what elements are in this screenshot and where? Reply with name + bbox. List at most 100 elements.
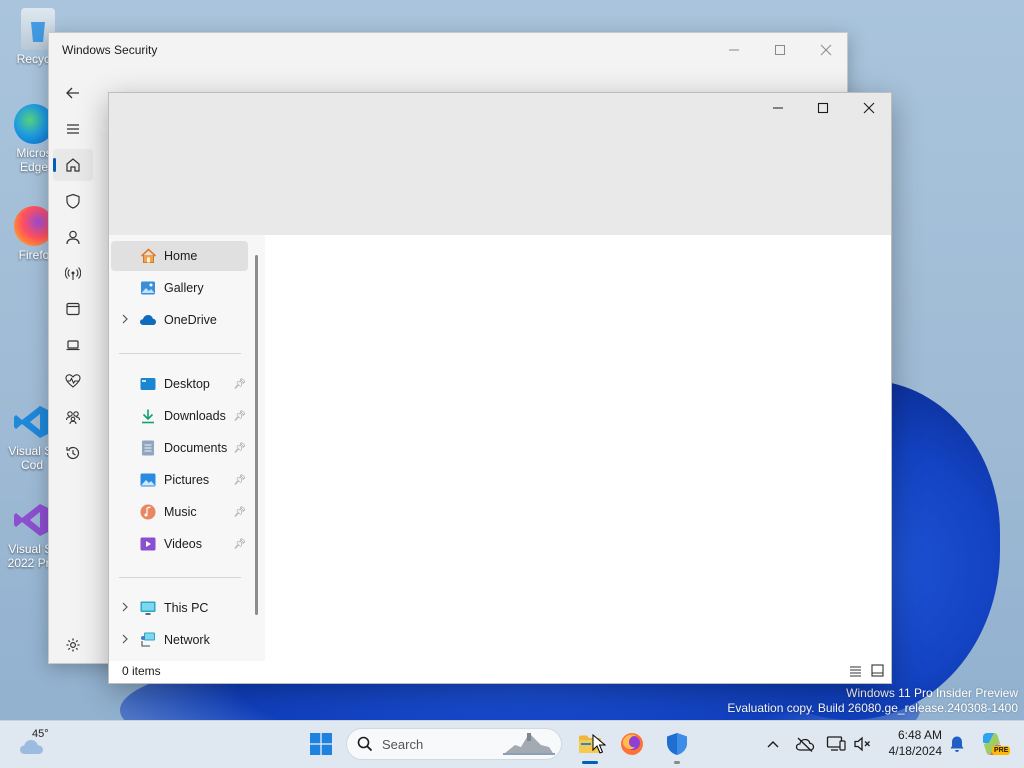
nav-item-gallery[interactable]: Gallery — [111, 273, 248, 303]
weather-widget[interactable]: 45° — [16, 728, 56, 760]
nav-label-downloads: Downloads — [164, 409, 226, 423]
home-icon[interactable] — [53, 149, 93, 181]
nav-divider — [119, 353, 241, 354]
chevron-right-icon[interactable] — [111, 314, 139, 327]
maximize-button[interactable] — [765, 35, 795, 65]
nav-label-home: Home — [164, 249, 198, 263]
pin-icon[interactable]: 📌︎ — [233, 539, 246, 550]
health-icon[interactable] — [53, 365, 93, 397]
display-network-icon — [826, 736, 846, 751]
nav-label-network: Network — [164, 633, 210, 647]
hamburger-menu-icon[interactable] — [53, 113, 93, 145]
firefox-taskbar-button[interactable] — [616, 728, 648, 760]
nav-label-gallery: Gallery — [164, 281, 204, 295]
history-icon[interactable] — [53, 437, 93, 469]
music-icon — [139, 504, 157, 520]
nav-item-music[interactable]: Music 📌︎ — [111, 497, 248, 527]
settings-icon[interactable] — [53, 629, 93, 661]
downloads-icon — [139, 408, 157, 424]
pin-icon[interactable]: 📌︎ — [233, 507, 246, 518]
evaluation-watermark: Windows 11 Pro Insider Preview Evaluatio… — [727, 686, 1018, 715]
pin-icon[interactable]: 📌︎ — [233, 379, 246, 390]
nav-scrollbar[interactable] — [255, 255, 258, 615]
nav-label-this-pc: This PC — [164, 601, 209, 615]
onedrive-tray-icon[interactable] — [789, 728, 821, 760]
tiles-view-icon[interactable] — [871, 664, 884, 680]
nav-label-desktop: Desktop — [164, 377, 210, 391]
vscode-icon — [12, 402, 52, 442]
nav-divider — [119, 577, 241, 578]
details-view-icon[interactable] — [849, 665, 862, 680]
taskbar-search-box[interactable]: Search — [346, 728, 562, 760]
start-button[interactable] — [305, 728, 337, 760]
show-hidden-icons-button[interactable] — [757, 728, 789, 760]
pin-icon[interactable]: 📌︎ — [233, 475, 246, 486]
chevron-right-icon[interactable] — [111, 602, 139, 615]
nav-label-music: Music — [164, 505, 197, 519]
account-icon[interactable] — [53, 221, 93, 253]
app-browser-icon[interactable] — [53, 293, 93, 325]
weather-temperature: 45° — [32, 728, 49, 740]
nav-label-documents: Documents — [164, 441, 228, 455]
device-icon[interactable] — [53, 329, 93, 361]
active-app-indicator — [582, 761, 598, 764]
windows-security-taskbar-button[interactable] — [661, 728, 693, 760]
wireless-icon[interactable] — [53, 257, 93, 289]
window-title: Windows Security — [62, 43, 158, 57]
running-app-indicator — [674, 761, 680, 764]
file-explorer-window[interactable]: Home Gallery OneDrive Desktop 📌︎ Downloa… — [108, 92, 892, 684]
minimize-button[interactable] — [719, 35, 749, 65]
network-icon — [139, 632, 157, 648]
clock-time: 6:48 AM — [897, 728, 942, 742]
nav-item-desktop[interactable]: Desktop 📌︎ — [111, 369, 248, 399]
speaker-muted-icon — [854, 736, 870, 752]
file-list-area[interactable] — [265, 235, 891, 661]
nav-item-onedrive[interactable]: OneDrive — [111, 305, 248, 335]
mouse-cursor-icon — [592, 734, 606, 754]
nav-item-downloads[interactable]: Downloads 📌︎ — [111, 401, 248, 431]
windows-logo-icon — [310, 733, 332, 755]
nav-label-pictures: Pictures — [164, 473, 210, 487]
family-icon[interactable] — [53, 401, 93, 433]
explorer-close-button[interactable] — [854, 93, 884, 123]
firefox-icon — [621, 733, 643, 755]
search-highlight-image — [503, 733, 555, 755]
chevron-right-icon[interactable] — [111, 634, 139, 647]
explorer-maximize-button[interactable] — [808, 93, 838, 123]
shield-icon[interactable] — [53, 185, 93, 217]
explorer-minimize-button[interactable] — [763, 93, 793, 123]
security-nav — [49, 73, 97, 473]
nav-item-videos[interactable]: Videos 📌︎ — [111, 529, 248, 559]
visual-studio-icon — [12, 500, 52, 540]
copilot-preview-badge: PRE — [992, 746, 1011, 755]
close-button[interactable] — [811, 35, 841, 65]
back-arrow-icon[interactable] — [53, 77, 93, 109]
bell-icon — [950, 736, 964, 752]
nav-item-pictures[interactable]: Pictures 📌︎ — [111, 465, 248, 495]
shield-icon — [667, 733, 687, 755]
clock[interactable]: 6:48 AM 4/18/2024 — [872, 727, 942, 759]
documents-icon — [139, 440, 157, 456]
onedrive-cloud-icon — [139, 312, 157, 328]
item-count: 0 items — [122, 664, 161, 678]
search-placeholder: Search — [382, 737, 424, 752]
nav-label-onedrive: OneDrive — [164, 313, 217, 327]
chevron-up-icon — [767, 741, 779, 748]
pictures-icon — [139, 472, 157, 488]
nav-label-videos: Videos — [164, 537, 202, 551]
pin-icon[interactable]: 📌︎ — [233, 411, 246, 422]
copilot-button[interactable]: PRE — [976, 728, 1011, 760]
search-icon — [357, 736, 373, 752]
computer-icon — [139, 600, 157, 616]
gallery-icon — [139, 280, 157, 296]
videos-icon — [139, 536, 157, 552]
cloud-offline-icon — [795, 737, 815, 752]
nav-item-home[interactable]: Home — [111, 241, 248, 271]
pin-icon[interactable]: 📌︎ — [233, 443, 246, 454]
desktop-folder-icon — [139, 376, 157, 392]
notification-center-button[interactable] — [941, 728, 973, 760]
nav-item-network[interactable]: Network — [111, 625, 248, 655]
nav-item-documents[interactable]: Documents 📌︎ — [111, 433, 248, 463]
status-bar: 0 items — [109, 661, 891, 683]
nav-item-this-pc[interactable]: This PC — [111, 593, 248, 623]
